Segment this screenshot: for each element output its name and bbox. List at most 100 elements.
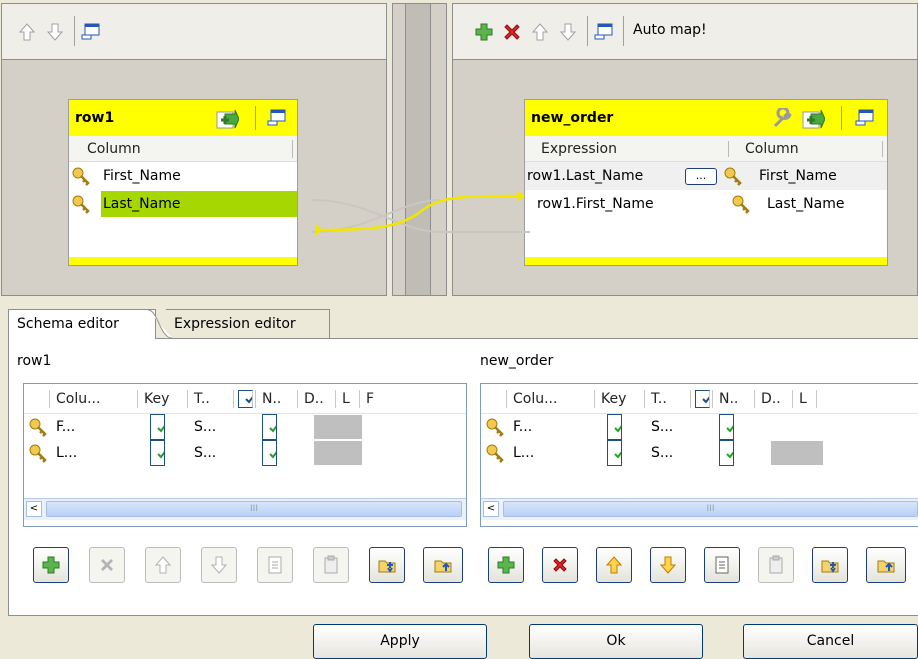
- center-sash[interactable]: [392, 3, 447, 296]
- type-cell[interactable]: S...: [645, 440, 713, 466]
- column-name: Last_Name: [101, 191, 297, 217]
- expression-cell[interactable]: row1.Last_Name: [525, 168, 685, 184]
- horizontal-scrollbar[interactable]: < III: [24, 498, 466, 520]
- default-cell[interactable]: [314, 441, 362, 465]
- input-row-selected[interactable]: Last_Name: [69, 190, 297, 218]
- delete-icon[interactable]: [501, 21, 523, 43]
- expression-builder-button[interactable]: ...: [685, 167, 717, 185]
- key-checkbox[interactable]: [138, 440, 188, 466]
- input-table-row1: row1 Column First_Name Last_Name: [68, 99, 298, 266]
- add-button[interactable]: [33, 547, 69, 583]
- minimize-table-icon[interactable]: [267, 109, 287, 127]
- ok-button[interactable]: Ok: [529, 624, 703, 659]
- column-name: Last_Name: [767, 196, 845, 212]
- key-col-header[interactable]: Key: [138, 389, 188, 408]
- schema-editor-new-order: new_order Colu... Key T.. N.. D.. L F...…: [470, 338, 918, 616]
- toolbar-separator: [74, 16, 75, 46]
- tab-label: Expression editor: [174, 316, 296, 332]
- key-checkbox[interactable]: [595, 440, 645, 466]
- add-button[interactable]: [488, 547, 524, 583]
- default-col-header[interactable]: D..: [298, 389, 336, 408]
- key-checkbox[interactable]: [595, 414, 645, 440]
- type-cell[interactable]: S...: [645, 414, 713, 440]
- default-cell[interactable]: [314, 415, 362, 439]
- remove-button[interactable]: [542, 547, 578, 583]
- paste-button[interactable]: [313, 547, 349, 583]
- scroll-thumb[interactable]: III: [46, 501, 462, 517]
- scroll-thumb[interactable]: III: [503, 501, 918, 517]
- export-button[interactable]: [866, 547, 906, 583]
- nullable-checkbox[interactable]: [256, 414, 314, 440]
- column-cell[interactable]: F...: [50, 414, 138, 440]
- output-column-header: Expression Column: [525, 136, 887, 162]
- nullable-checkbox[interactable]: [713, 414, 771, 440]
- import-button[interactable]: [369, 547, 405, 583]
- type-cell[interactable]: S...: [188, 440, 256, 466]
- move-up-icon[interactable]: [529, 21, 551, 43]
- input-toolbar: [2, 4, 386, 60]
- add-output-icon[interactable]: [801, 108, 825, 130]
- copy-button[interactable]: [257, 547, 293, 583]
- nullable-check-header[interactable]: [234, 389, 256, 408]
- minimize-icon[interactable]: [80, 21, 102, 43]
- nullable-checkbox[interactable]: [713, 440, 771, 466]
- move-down-button[interactable]: [201, 547, 237, 583]
- column-cell[interactable]: F...: [507, 414, 595, 440]
- length-col-header[interactable]: L: [336, 389, 360, 408]
- tab-schema-editor[interactable]: Schema editor: [8, 309, 156, 339]
- move-down-icon[interactable]: [44, 21, 66, 43]
- key-checkbox[interactable]: [138, 414, 188, 440]
- import-button[interactable]: [812, 547, 848, 583]
- type-col-header[interactable]: T..: [188, 389, 234, 408]
- wrench-icon[interactable]: [771, 108, 793, 130]
- cancel-button[interactable]: Cancel: [743, 624, 918, 659]
- column-cell[interactable]: L...: [50, 440, 138, 466]
- schema-row[interactable]: L... S...: [481, 440, 918, 466]
- minimize-table-icon[interactable]: [855, 109, 875, 127]
- key-col-header[interactable]: Key: [595, 389, 645, 408]
- column-cell[interactable]: L...: [507, 440, 595, 466]
- default-col-header[interactable]: D..: [755, 389, 793, 408]
- output-table-new-order: new_order Expression Column row1.Last_Na…: [524, 99, 888, 266]
- move-down-icon[interactable]: [557, 21, 579, 43]
- add-output-icon[interactable]: [215, 108, 239, 130]
- column-header-label: Column: [87, 140, 141, 157]
- tab-expression-editor[interactable]: Expression editor: [166, 309, 330, 339]
- nullable-checkbox[interactable]: [256, 440, 314, 466]
- export-button[interactable]: [423, 547, 463, 583]
- add-icon[interactable]: [473, 21, 495, 43]
- nullable-col-header[interactable]: N..: [713, 389, 755, 408]
- move-up-icon[interactable]: [16, 21, 38, 43]
- input-row[interactable]: First_Name: [69, 162, 297, 190]
- scroll-left-icon[interactable]: <: [483, 501, 499, 517]
- remove-button[interactable]: [89, 547, 125, 583]
- column-header-label: Column: [729, 140, 883, 157]
- column-col-header[interactable]: Colu...: [50, 389, 138, 408]
- apply-button[interactable]: Apply: [313, 624, 487, 659]
- copy-button[interactable]: [704, 547, 740, 583]
- minimize-icon[interactable]: [593, 21, 615, 43]
- output-row[interactable]: row1.First_Name Last_Name: [525, 190, 887, 218]
- toolbar-separator: [255, 106, 256, 130]
- scroll-left-icon[interactable]: <: [26, 501, 42, 517]
- type-cell[interactable]: S...: [188, 414, 256, 440]
- default-cell[interactable]: [771, 441, 823, 465]
- key-icon: [723, 166, 743, 186]
- horizontal-scrollbar[interactable]: < III: [481, 498, 918, 520]
- move-up-button[interactable]: [145, 547, 181, 583]
- move-up-button[interactable]: [596, 547, 632, 583]
- move-down-button[interactable]: [650, 547, 686, 583]
- schema-row[interactable]: F... S...: [24, 414, 466, 440]
- schema-row[interactable]: L... S...: [24, 440, 466, 466]
- nullable-col-header[interactable]: N..: [256, 389, 298, 408]
- column-col-header[interactable]: Colu...: [507, 389, 595, 408]
- length-col-header[interactable]: L: [793, 389, 817, 408]
- schema-row[interactable]: F... S...: [481, 414, 918, 440]
- type-col-header[interactable]: T..: [645, 389, 691, 408]
- paste-button[interactable]: [758, 547, 794, 583]
- nullable-check-header[interactable]: [691, 389, 713, 408]
- format-col-header[interactable]: F: [360, 390, 380, 408]
- output-row[interactable]: row1.Last_Name ... First_Name: [525, 162, 887, 190]
- auto-map-button[interactable]: Auto map!: [633, 22, 707, 38]
- expression-cell[interactable]: row1.First_Name: [525, 196, 731, 212]
